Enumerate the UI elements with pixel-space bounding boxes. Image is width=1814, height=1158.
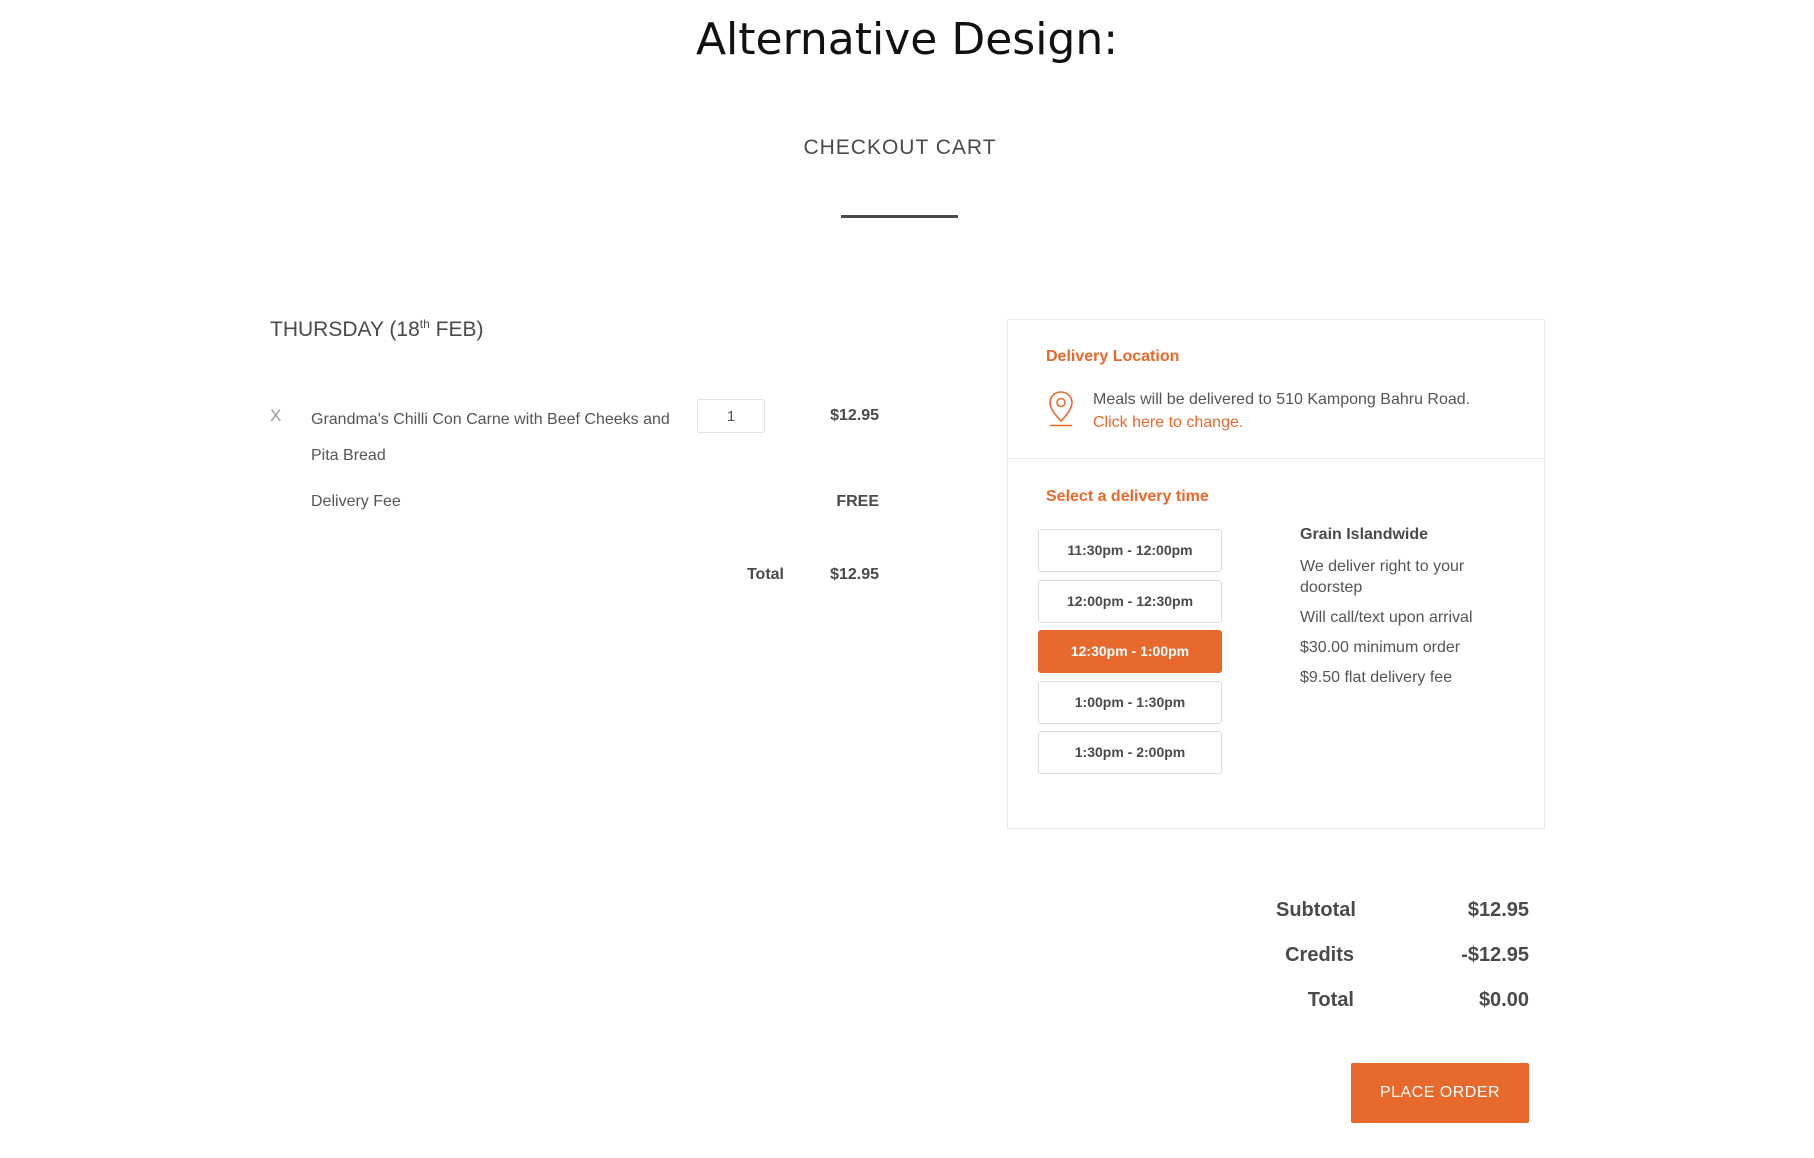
time-slot-button[interactable]: 1:30pm - 2:00pm — [1038, 731, 1222, 774]
credits-label: Credits — [1285, 944, 1354, 966]
delivery-location-heading: Delivery Location — [1046, 348, 1180, 365]
location-pin-icon — [1049, 391, 1073, 427]
delivery-fee-label: Delivery Fee — [311, 493, 401, 510]
remove-item-button[interactable]: X — [270, 406, 281, 426]
item-name: Grandma's Chilli Con Carne with Beef Che… — [311, 411, 670, 464]
item-price: $12.95 — [830, 407, 879, 424]
cart-total-value: $12.95 — [830, 566, 879, 583]
panel-divider — [1007, 458, 1545, 459]
title-underline — [841, 215, 958, 218]
cart-total-label: Total — [746, 566, 784, 583]
time-slot-button[interactable]: 12:00pm - 12:30pm — [1038, 580, 1222, 623]
credits-value: -$12.95 — [1461, 944, 1529, 966]
order-total-value: $0.00 — [1478, 989, 1529, 1011]
time-slot-button[interactable]: 11:30pm - 12:00pm — [1038, 529, 1222, 572]
page-title: CHECKOUT CART — [803, 136, 997, 159]
delivery-info-line: Will call/text upon arrival — [1300, 609, 1473, 626]
time-slot-button[interactable]: 1:00pm - 1:30pm — [1038, 681, 1222, 724]
time-slot-button[interactable]: 12:30pm - 1:00pm — [1038, 630, 1222, 673]
delivery-time-heading: Select a delivery time — [1046, 488, 1209, 505]
day-ordinal-suffix: th — [419, 317, 430, 331]
change-location-link[interactable]: Click here to change. — [1093, 411, 1243, 434]
day-heading-prefix: THURSDAY (18 — [270, 318, 420, 341]
delivery-info-line: $30.00 minimum order — [1300, 639, 1461, 656]
subtotal-label: Subtotal — [1276, 899, 1356, 921]
delivery-service-title: Grain Islandwide — [1300, 526, 1429, 543]
day-heading-suffix: FEB) — [429, 318, 484, 341]
subtotal-value: $12.95 — [1467, 899, 1529, 921]
order-total-label: Total — [1307, 989, 1354, 1011]
day-heading: THURSDAY (18th FEB) — [270, 317, 483, 342]
delivery-fee-value: FREE — [836, 493, 879, 510]
quantity-input[interactable] — [697, 399, 765, 433]
delivery-location-text: Meals will be delivered to 510 Kampong B… — [1093, 391, 1471, 408]
place-order-button[interactable]: PLACE ORDER — [1351, 1063, 1529, 1123]
banner-title: Alternative Design: — [695, 14, 1119, 65]
delivery-info-line: $9.50 flat delivery fee — [1300, 669, 1453, 686]
delivery-info-line: We deliver right to your doorstep — [1300, 558, 1465, 596]
